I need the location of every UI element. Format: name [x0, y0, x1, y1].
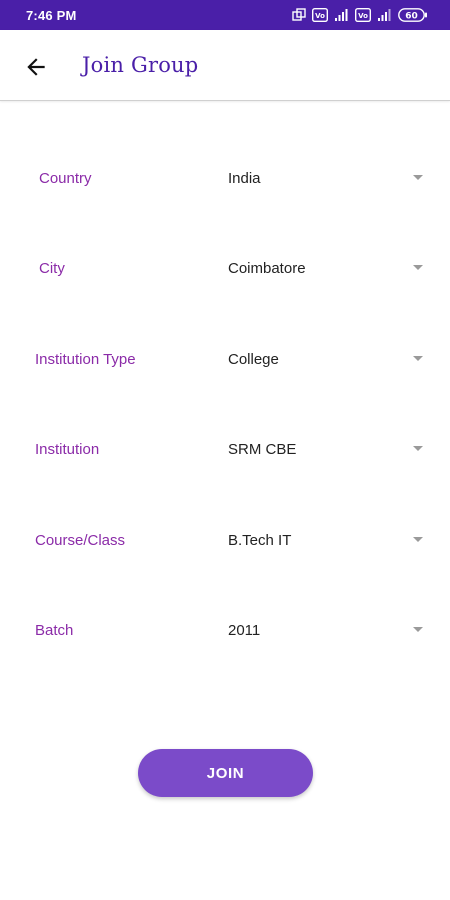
join-button-label: JOIN: [206, 764, 245, 782]
institution-value: SRM CBE: [228, 441, 297, 458]
back-button[interactable]: [14, 45, 58, 89]
batch-label: Batch: [35, 622, 74, 639]
city-label: City: [39, 260, 65, 277]
volte-icon: Vo: [355, 8, 371, 22]
form-row-course-class: Course/Class B.Tech IT: [0, 520, 450, 560]
signal-icon: [335, 9, 348, 21]
network-label: Vo: [358, 12, 368, 20]
dropdown-arrow-icon: [413, 175, 423, 180]
batch-dropdown[interactable]: 2011: [220, 610, 435, 650]
battery-icon: 60: [398, 8, 427, 22]
course-class-value: B.Tech IT: [228, 532, 292, 549]
page-title: Join Group: [82, 53, 199, 77]
country-value: India: [228, 170, 261, 187]
course-class-label: Course/Class: [35, 532, 126, 549]
institution-type-label: Institution Type: [35, 351, 136, 368]
dropdown-arrow-icon: [413, 446, 423, 451]
institution-type-value: College: [228, 351, 279, 368]
status-time: 7:46 PM: [26, 8, 77, 23]
status-icons: Vo Vo 60: [292, 8, 428, 22]
status-bar: 7:46 PM Vo Vo 60: [0, 0, 450, 30]
join-button[interactable]: JOIN: [138, 749, 313, 797]
dropdown-arrow-icon: [413, 265, 423, 270]
country-dropdown[interactable]: India: [220, 158, 435, 198]
course-class-dropdown[interactable]: B.Tech IT: [220, 520, 435, 560]
form-row-country: Country India: [0, 158, 450, 198]
institution-type-dropdown[interactable]: College: [220, 339, 435, 379]
institution-dropdown[interactable]: SRM CBE: [220, 429, 435, 469]
batch-value: 2011: [228, 622, 261, 639]
dropdown-arrow-icon: [413, 537, 423, 542]
city-dropdown[interactable]: Coimbatore: [220, 248, 435, 288]
arrow-left-icon: [27, 58, 45, 76]
form-row-city: City Coimbatore: [0, 248, 450, 288]
network-label: Vo: [315, 12, 325, 20]
city-value: Coimbatore: [228, 260, 306, 277]
institution-label: Institution: [35, 441, 100, 458]
signal-icon: [378, 9, 391, 21]
country-label: Country: [39, 170, 92, 187]
form-row-institution: Institution SRM CBE: [0, 429, 450, 469]
form-row-batch: Batch 2011: [0, 610, 450, 650]
app-bar: Join Group: [0, 30, 450, 101]
form-row-institution-type: Institution Type College: [0, 339, 450, 379]
screen-cast-icon: [292, 8, 306, 21]
volte-icon: Vo: [312, 8, 328, 22]
dropdown-arrow-icon: [413, 356, 423, 361]
dropdown-arrow-icon: [413, 627, 423, 632]
battery-level: 60: [405, 12, 418, 22]
